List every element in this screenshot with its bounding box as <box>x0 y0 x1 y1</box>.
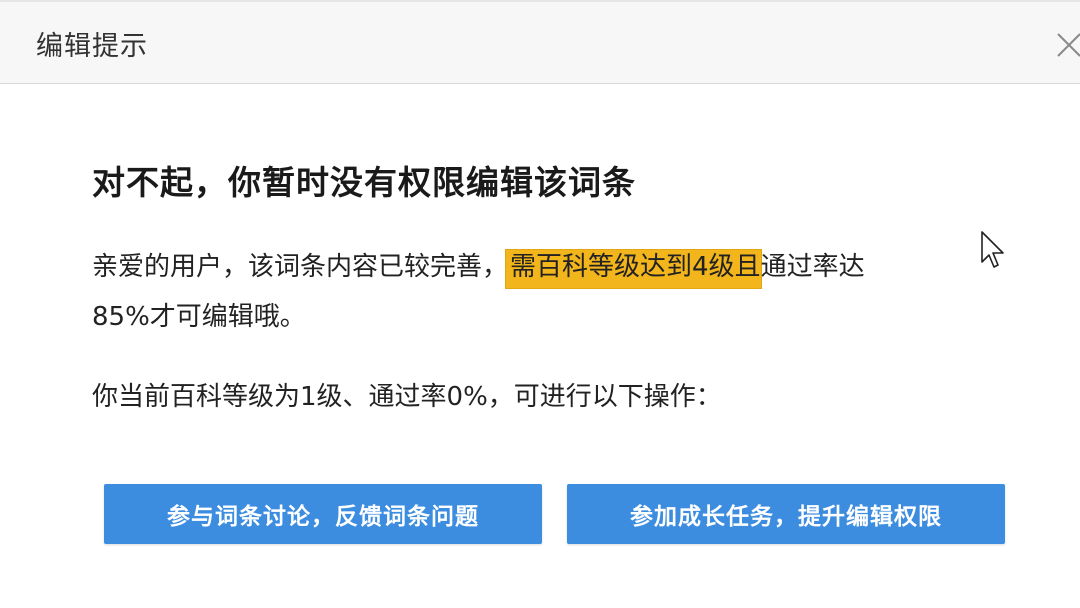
close-icon[interactable] <box>1052 28 1080 62</box>
dialog-title: 编辑提示 <box>36 31 148 62</box>
permission-message: 亲爱的用户，该词条内容已较完善，需百科等级达到4级且通过率达 85%才可编辑哦。 <box>92 242 1012 342</box>
message-line-1: 亲爱的用户，该词条内容已较完善，需百科等级达到4级且通过率达 <box>92 242 1012 292</box>
growth-task-button[interactable]: 参加成长任务，提升编辑权限 <box>567 484 1005 544</box>
message-part-2: 通过率达 <box>760 252 865 282</box>
user-status-text: 你当前百科等级为1级、通过率0%，可进行以下操作： <box>92 382 722 412</box>
message-line-2: 85%才可编辑哦。 <box>92 302 306 332</box>
message-part-1: 亲爱的用户，该词条内容已较完善， <box>92 252 509 282</box>
mouse-cursor-icon <box>981 231 1004 268</box>
permission-heading: 对不起，你暂时没有权限编辑该词条 <box>92 163 636 202</box>
dialog-header: 编辑提示 <box>0 2 1080 84</box>
highlighted-requirement: 需百科等级达到4级且 <box>506 250 761 288</box>
edit-prompt-dialog: 编辑提示 对不起，你暂时没有权限编辑该词条 亲爱的用户，该词条内容已较完善，需百… <box>0 0 1080 608</box>
discuss-entry-button[interactable]: 参与词条讨论，反馈词条问题 <box>104 484 542 544</box>
